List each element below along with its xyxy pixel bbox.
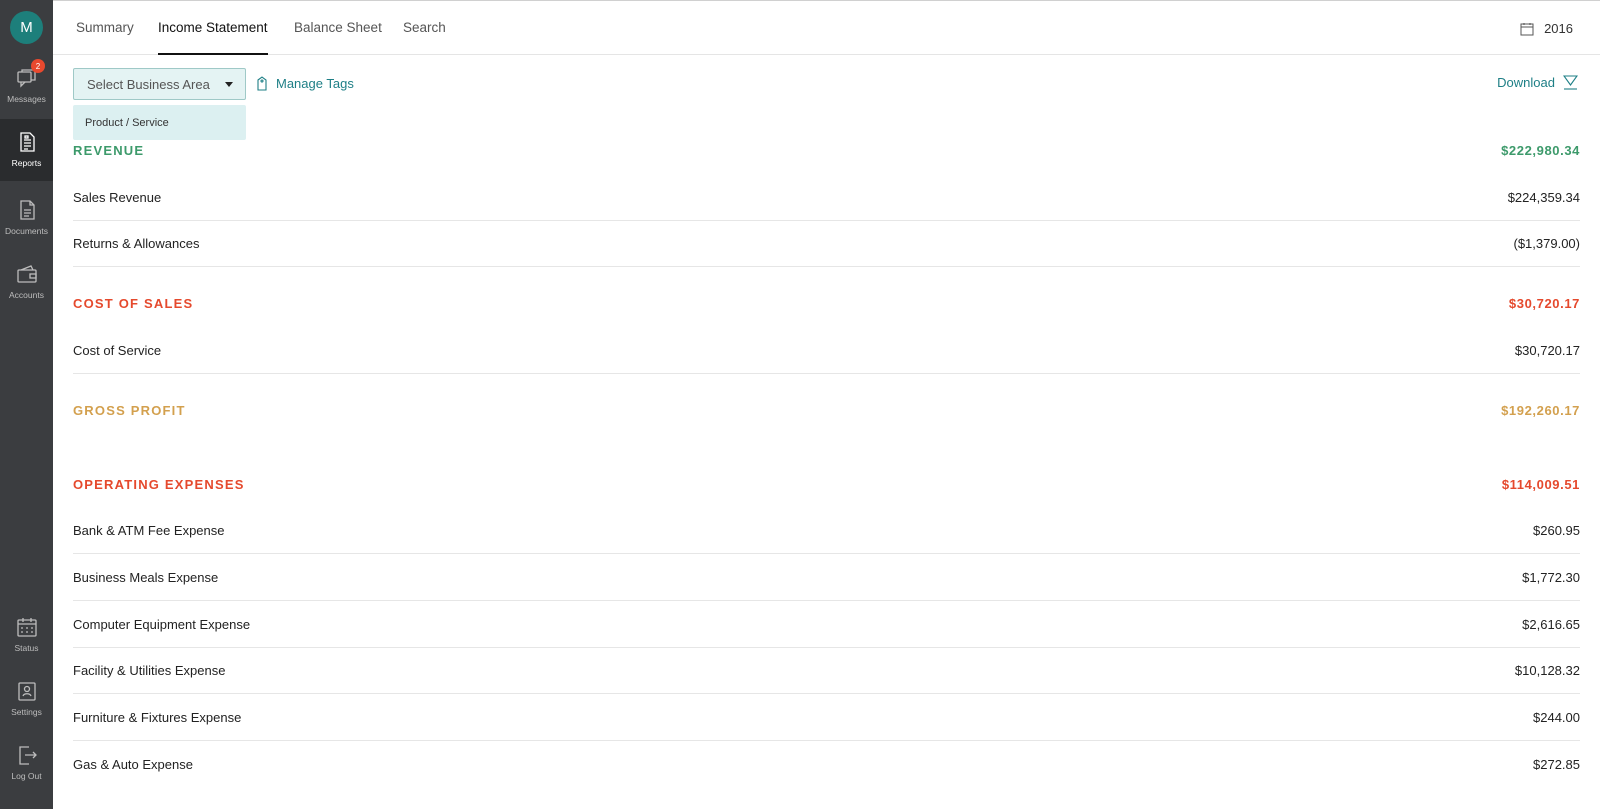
table-row[interactable]: Facility & Utilities Expense $10,128.32 <box>73 648 1580 694</box>
row-label: Business Meals Expense <box>73 570 219 585</box>
top-nav: Summary Income Statement Balance Sheet S… <box>53 0 1600 55</box>
sidebar-label-accounts: Accounts <box>9 290 44 300</box>
year-value: 2016 <box>1544 21 1573 36</box>
sidebar-item-status[interactable]: Status <box>0 604 53 668</box>
row-label: Cost of Service <box>73 343 162 358</box>
row-label: Returns & Allowances <box>73 236 200 251</box>
section-header-revenue: REVENUE $222,980.34 <box>73 143 1580 163</box>
avatar[interactable]: M <box>10 11 43 44</box>
sidebar-item-messages[interactable]: Messages <box>0 55 53 119</box>
logout-icon <box>18 746 37 765</box>
caret-down-icon <box>225 82 233 87</box>
table-row[interactable]: Computer Equipment Expense $2,616.65 <box>73 602 1580 648</box>
row-amount: $2,616.65 <box>1522 617 1580 632</box>
messages-badge: 2 <box>31 59 45 73</box>
sidebar-item-logout[interactable]: Log Out <box>0 732 53 796</box>
section-title: OPERATING EXPENSES <box>73 477 245 492</box>
row-amount: $30,720.17 <box>1514 343 1580 358</box>
year-selector[interactable]: 2016 <box>1520 21 1573 36</box>
business-area-placeholder: Select Business Area <box>87 76 210 92</box>
section-header-cost-of-sales: COST OF SALES $30,720.17 <box>73 296 1580 316</box>
sidebar-item-accounts[interactable]: Accounts <box>0 251 53 315</box>
tab-search[interactable]: Search <box>403 20 446 55</box>
section-header-gross-profit: GROSS PROFIT $192,260.17 <box>73 403 1580 423</box>
row-label: Facility & Utilities Expense <box>73 663 226 678</box>
sidebar-label-messages: Messages <box>7 94 46 104</box>
download-icon <box>1563 75 1578 90</box>
row-amount: $1,772.30 <box>1522 570 1580 585</box>
sidebar-item-settings[interactable]: Settings <box>0 668 53 732</box>
row-amount: $272.85 <box>1533 756 1580 772</box>
tab-income-statement[interactable]: Income Statement <box>158 20 268 55</box>
business-area-select[interactable]: Select Business Area <box>73 68 246 100</box>
tab-balance-sheet[interactable]: Balance Sheet <box>294 20 382 55</box>
table-row[interactable]: Furniture & Fixtures Expense $244.00 <box>73 695 1580 741</box>
table-row[interactable]: Cost of Service $30,720.17 <box>73 328 1580 374</box>
section-title: COST OF SALES <box>73 296 194 311</box>
section-title: REVENUE <box>73 143 145 158</box>
download-label: Download <box>1497 75 1555 90</box>
sidebar-item-reports[interactable]: Reports <box>0 119 53 181</box>
section-total: $30,720.17 <box>1508 296 1580 311</box>
accounts-icon <box>16 265 37 283</box>
row-amount: $224,359.34 <box>1507 190 1580 205</box>
section-total: $114,009.51 <box>1501 477 1580 492</box>
row-label: Gas & Auto Expense <box>73 756 193 772</box>
reports-icon <box>19 132 35 152</box>
table-row[interactable]: Sales Revenue $224,359.34 <box>73 175 1580 221</box>
table-row[interactable]: Returns & Allowances ($1,379.00) <box>73 221 1580 267</box>
row-label: Furniture & Fixtures Expense <box>73 710 242 725</box>
manage-tags-label: Manage Tags <box>276 75 354 91</box>
row-label: Sales Revenue <box>73 190 162 205</box>
section-total: $222,980.34 <box>1501 143 1580 158</box>
sidebar-label-documents: Documents <box>5 226 48 236</box>
sidebar-item-documents[interactable]: Documents <box>0 187 53 251</box>
sidebar-label-status: Status <box>14 643 39 653</box>
row-amount: $244.00 <box>1533 710 1580 725</box>
table-row[interactable]: Business Meals Expense $1,772.30 <box>73 555 1580 601</box>
row-amount: ($1,379.00) <box>1513 236 1581 251</box>
dropdown-option-product-service[interactable]: Product / Service <box>73 105 246 140</box>
row-label: Bank & ATM Fee Expense <box>73 523 225 538</box>
manage-tags-link[interactable]: Manage Tags <box>256 75 354 91</box>
download-button[interactable]: Download <box>1497 75 1578 90</box>
status-icon <box>16 618 37 637</box>
sidebar-label-settings: Settings <box>11 707 42 717</box>
documents-icon <box>19 200 35 220</box>
sidebar: M Messages 2 Reports Documents Accounts … <box>0 0 53 809</box>
sidebar-label-logout: Log Out <box>11 771 42 781</box>
table-row[interactable]: Gas & Auto Expense $272.85 <box>73 741 1580 787</box>
section-title: GROSS PROFIT <box>73 403 186 418</box>
tab-summary[interactable]: Summary <box>76 20 134 55</box>
table-row[interactable]: Bank & ATM Fee Expense $260.95 <box>73 508 1580 554</box>
row-label: Computer Equipment Expense <box>73 617 251 632</box>
calendar-icon <box>1520 22 1534 35</box>
section-header-operating-expenses: OPERATING EXPENSES $114,009.51 <box>73 477 1580 497</box>
row-amount: $260.95 <box>1533 523 1580 538</box>
sidebar-label-reports: Reports <box>11 158 42 168</box>
row-amount: $10,128.32 <box>1514 663 1580 678</box>
tag-icon <box>257 76 267 91</box>
settings-icon <box>17 682 36 701</box>
section-total: $192,260.17 <box>1501 403 1580 418</box>
